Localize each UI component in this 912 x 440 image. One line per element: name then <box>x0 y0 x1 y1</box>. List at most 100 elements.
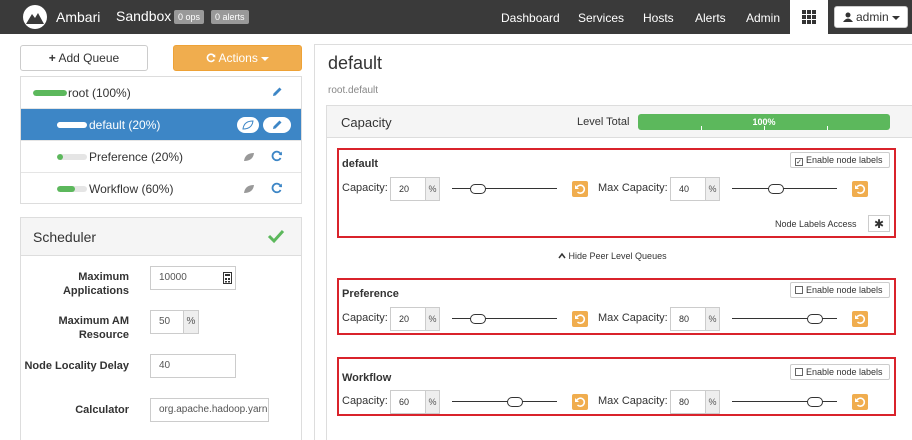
checkbox-icon <box>795 286 803 294</box>
capacity-slider-track[interactable] <box>452 188 557 189</box>
capacity-input[interactable]: 20 <box>390 177 426 201</box>
reset-max-capacity-button[interactable] <box>852 311 868 327</box>
reset-capacity-button[interactable] <box>572 181 588 197</box>
max-capacity-slider-handle[interactable] <box>768 184 784 194</box>
capacity-input[interactable]: 60 <box>390 390 426 414</box>
node-locality-delay-input[interactable]: 40 <box>150 354 236 378</box>
max-capacity-input[interactable]: 80 <box>670 307 706 331</box>
max-applications-input[interactable]: 10000 <box>150 266 236 290</box>
enable-node-labels-label: Enable node labels <box>806 285 883 295</box>
user-menu-button[interactable]: admin <box>834 6 908 28</box>
percent-addon: % <box>425 177 440 201</box>
enable-node-labels-button[interactable]: ✓ Enable node labels <box>790 152 890 168</box>
reset-capacity-button[interactable] <box>572 394 588 410</box>
percent-addon: % <box>425 307 440 331</box>
max-capacity-label: Max Capacity: <box>598 395 668 407</box>
capacity-slider-track[interactable] <box>452 318 557 319</box>
reset-max-capacity-button[interactable] <box>852 394 868 410</box>
edit-queue-button[interactable] <box>263 117 291 133</box>
grid-icon <box>802 10 816 24</box>
scheduler-header: Scheduler <box>21 218 301 256</box>
max-capacity-input[interactable]: 40 <box>670 177 706 201</box>
undo-icon <box>575 314 586 324</box>
max-capacity-slider-handle[interactable] <box>807 397 823 407</box>
checkbox-icon <box>795 368 803 376</box>
queue-label: Workflow (60%) <box>89 182 174 196</box>
user-name: admin <box>856 10 889 24</box>
asterisk-icon: ✱ <box>873 217 885 231</box>
max-capacity-slider-handle[interactable] <box>807 314 823 324</box>
queue-card-name: default <box>342 158 379 170</box>
queue-capacity-card-preference: Preference Enable node labels Capacity: … <box>337 278 896 335</box>
views-grid-button[interactable] <box>790 0 828 34</box>
alerts-badge[interactable]: 0 alerts <box>211 10 249 24</box>
node-labels-access-button[interactable]: ✱ <box>868 215 890 232</box>
hide-peer-label: Hide Peer Level Queues <box>568 251 667 261</box>
actions-label: Actions <box>218 51 258 65</box>
nav-admin[interactable]: Admin <box>746 11 780 25</box>
undo-icon <box>575 397 586 407</box>
queue-capacity-card-workflow: Workflow Enable node labels Capacity: 60… <box>337 357 896 416</box>
max-capacity-input[interactable]: 80 <box>670 390 706 414</box>
add-queue-label: Add Queue <box>58 51 120 65</box>
queue-row-root[interactable]: root (100%) <box>21 77 301 109</box>
leaf-icon[interactable] <box>243 184 255 194</box>
max-capacity-slider-track[interactable] <box>732 188 837 189</box>
capacity-bar <box>33 90 67 96</box>
node-labels-access-label: Node Labels Access <box>775 219 857 229</box>
percent-addon: % <box>705 177 720 201</box>
percent-addon: % <box>705 307 720 331</box>
max-am-resource-input[interactable]: 50 <box>150 310 184 334</box>
capacity-bar <box>57 186 87 192</box>
plus-icon: + <box>48 51 56 65</box>
ambari-logo-icon[interactable] <box>22 4 48 30</box>
capacity-input[interactable]: 20 <box>390 307 426 331</box>
pencil-icon[interactable] <box>271 86 283 98</box>
checkbox-checked-icon: ✓ <box>795 158 803 166</box>
capacity-slider-track[interactable] <box>452 401 557 402</box>
capacity-header: Capacity Level Total 100% <box>327 106 912 138</box>
leaf-toggle-button[interactable] <box>237 117 259 133</box>
nav-services[interactable]: Services <box>578 11 624 25</box>
capacity-slider-handle[interactable] <box>470 184 486 194</box>
hide-peer-queues-link[interactable]: Hide Peer Level Queues <box>558 251 667 261</box>
queue-label: default (20%) <box>89 118 161 132</box>
capacity-bar <box>57 154 87 160</box>
calculator-input[interactable]: org.apache.hadoop.yarn <box>150 398 269 422</box>
reset-capacity-button[interactable] <box>572 311 588 327</box>
undo-icon <box>575 184 586 194</box>
undo-icon <box>855 184 866 194</box>
reset-max-capacity-button[interactable] <box>852 181 868 197</box>
capacity-panel: Capacity Level Total 100% default ✓ Enabl… <box>326 105 912 440</box>
calculator-label: Calculator <box>75 404 129 416</box>
percent-addon: % <box>705 390 720 414</box>
refresh-icon[interactable] <box>271 182 283 194</box>
pencil-icon <box>273 120 282 129</box>
enable-node-labels-button[interactable]: Enable node labels <box>790 364 890 380</box>
enable-node-labels-button[interactable]: Enable node labels <box>790 282 890 298</box>
brand-name[interactable]: Ambari <box>56 9 100 25</box>
leaf-icon[interactable] <box>243 152 255 162</box>
chevron-up-icon <box>558 252 566 259</box>
capacity-slider-handle[interactable] <box>470 314 486 324</box>
queue-row-preference[interactable]: Preference (20%) <box>21 141 301 173</box>
max-applications-value: 10000 <box>159 272 187 283</box>
max-capacity-label: Max Capacity: <box>598 182 668 194</box>
ops-badge[interactable]: 0 ops <box>174 10 205 24</box>
queue-row-default[interactable]: default (20%) <box>21 109 301 141</box>
cluster-name[interactable]: Sandbox <box>116 8 171 24</box>
check-icon <box>267 229 285 244</box>
nav-dashboard[interactable]: Dashboard <box>501 11 560 25</box>
actions-button[interactable]: Actions <box>173 45 302 71</box>
queue-row-workflow[interactable]: Workflow (60%) <box>21 173 301 205</box>
add-queue-button[interactable]: + Add Queue <box>20 45 148 71</box>
refresh-icon[interactable] <box>271 150 283 162</box>
leaf-icon <box>242 120 254 130</box>
nav-alerts[interactable]: Alerts <box>695 11 726 25</box>
capacity-label: Capacity: <box>342 395 388 407</box>
nav-hosts[interactable]: Hosts <box>643 11 674 25</box>
capacity-slider-handle[interactable] <box>507 397 523 407</box>
calculator-icon <box>223 272 232 284</box>
level-total-label: Level Total <box>577 116 630 128</box>
percent-addon: % <box>425 390 440 414</box>
